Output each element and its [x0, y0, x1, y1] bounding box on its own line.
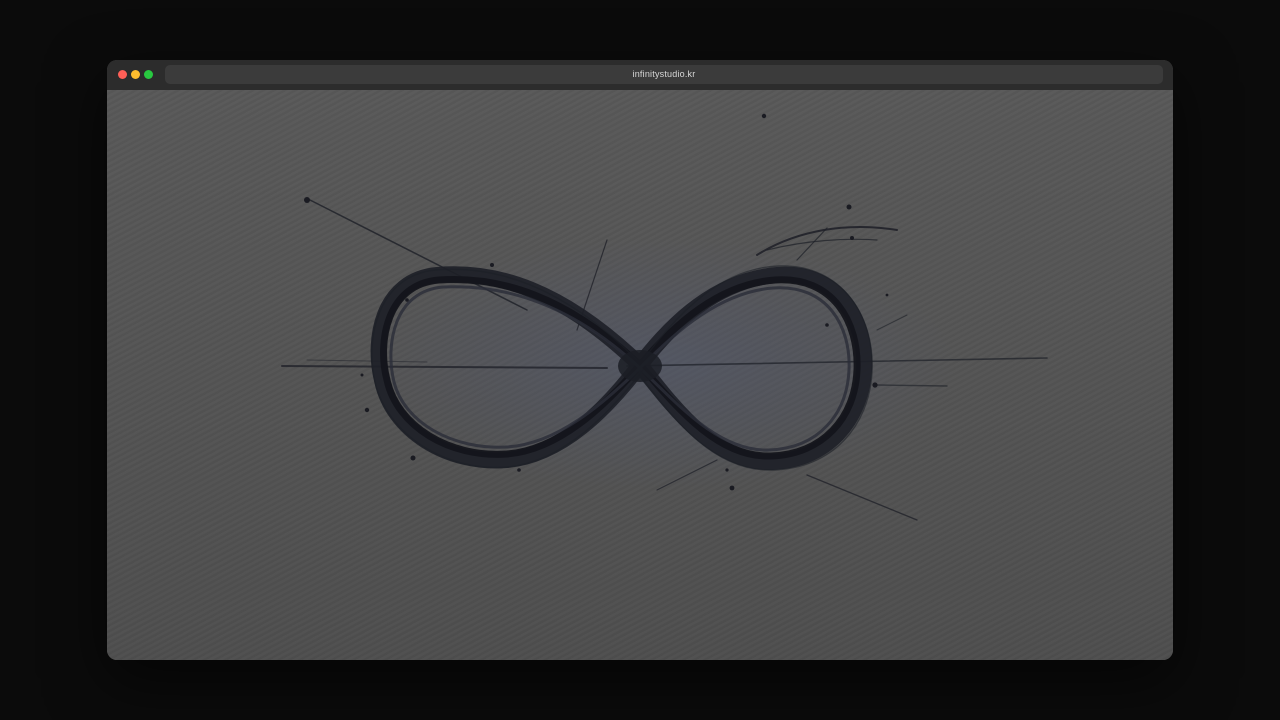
zoom-window-button[interactable]	[144, 70, 153, 79]
close-window-button[interactable]	[118, 70, 127, 79]
minimize-window-button[interactable]	[131, 70, 140, 79]
infinity-symbol-icon	[281, 113, 1048, 521]
browser-titlebar: infinitystudio.kr	[107, 60, 1173, 90]
address-bar[interactable]: infinitystudio.kr	[165, 65, 1163, 84]
browser-window: infinitystudio.kr	[107, 60, 1173, 660]
page-content	[107, 90, 1173, 660]
